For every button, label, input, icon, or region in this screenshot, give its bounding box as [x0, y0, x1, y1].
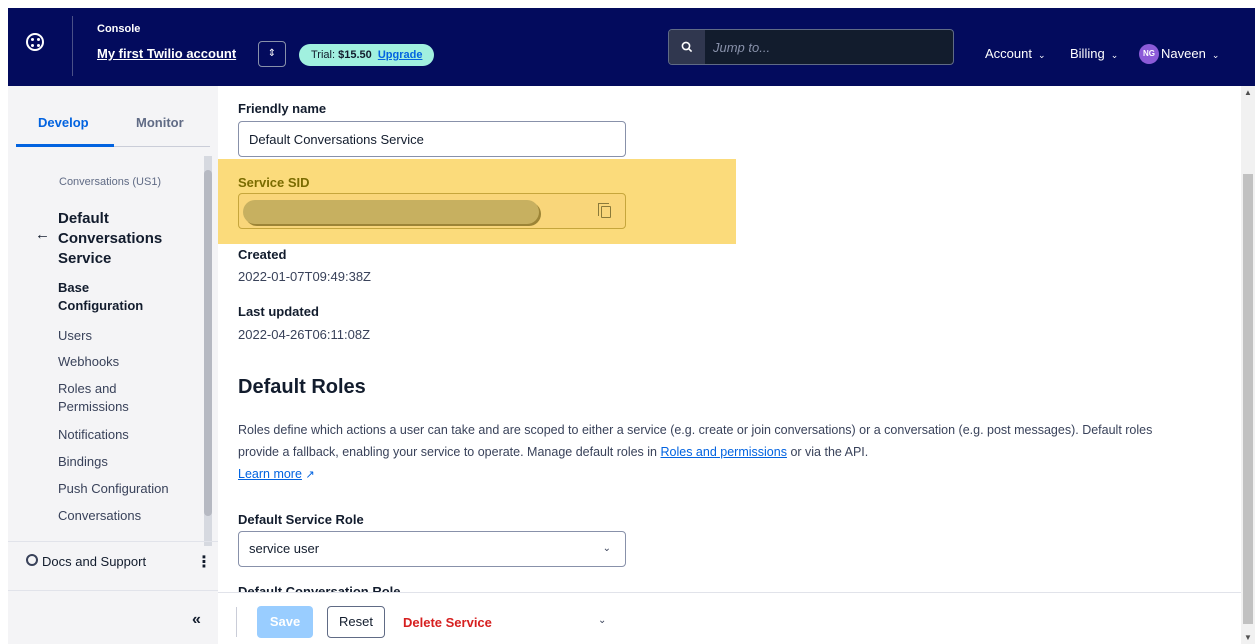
default-roles-heading: Default Roles	[238, 376, 366, 398]
top-bar-background: Console My first Twilio account ⇕ Trial:…	[8, 8, 1255, 86]
sidebar-collapse-row: «	[8, 590, 218, 644]
search-input[interactable]	[713, 30, 949, 64]
billing-menu-label: Billing	[1070, 46, 1105, 61]
chevron-down-icon: ⌄	[1110, 50, 1119, 60]
default-conversation-role-label: Default Conversation Role	[238, 584, 401, 592]
roles-and-permissions-link[interactable]: Roles and permissions	[661, 445, 787, 459]
created-value: 2022-01-07T09:49:38Z	[238, 269, 371, 284]
chevron-down-icon: ⌄	[1211, 50, 1220, 60]
service-title: Default Conversations Service	[58, 209, 162, 269]
default-service-role-label: Default Service Role	[238, 512, 364, 527]
twilio-logo-icon[interactable]	[26, 33, 44, 51]
learn-more-link[interactable]: Learn more	[238, 467, 302, 481]
copy-icon[interactable]	[598, 203, 611, 218]
lifebuoy-icon	[26, 554, 38, 566]
sidebar-item-roles-and-permissions[interactable]: Roles and Permissions	[58, 380, 148, 416]
tab-monitor[interactable]: Monitor	[136, 115, 184, 130]
roles-text: or via the API.	[790, 445, 869, 459]
scroll-down-icon[interactable]: ▼	[1244, 633, 1252, 642]
search-button[interactable]	[669, 30, 705, 64]
last-updated-label: Last updated	[238, 304, 319, 319]
breadcrumb[interactable]: Conversations (US1)	[59, 176, 161, 188]
user-name: Naveen	[1161, 46, 1206, 61]
trial-prefix: Trial:	[311, 49, 336, 61]
top-navigation-bar: Console My first Twilio account ⇕ Trial:…	[0, 0, 1255, 86]
sidebar-item-bindings[interactable]: Bindings	[58, 453, 108, 471]
account-switcher-button[interactable]: ⇕	[258, 41, 286, 67]
divider	[236, 607, 237, 637]
chevron-down-icon[interactable]: ⌄	[598, 615, 606, 626]
select-value: service user	[249, 541, 320, 556]
action-bar: Save Reset Delete Service ⌄	[218, 592, 1241, 644]
sidebar-item-base-configuration[interactable]: Base Configuration	[58, 279, 158, 315]
active-tab-indicator	[16, 144, 114, 147]
tab-develop[interactable]: Develop	[38, 115, 89, 130]
reset-button[interactable]: Reset	[327, 606, 385, 638]
chevron-down-icon: ⌄	[1037, 50, 1046, 60]
friendly-name-label: Friendly name	[238, 101, 327, 116]
search-icon	[681, 41, 693, 53]
default-service-role-select[interactable]: service user ⌄	[238, 531, 626, 567]
page-scrollbar[interactable]: ▲ ▼	[1241, 86, 1255, 644]
user-avatar[interactable]: NG	[1139, 44, 1159, 64]
save-button[interactable]: Save	[257, 606, 313, 638]
console-label: Console	[97, 23, 141, 35]
trial-balance-badge: Trial: $15.50 Upgrade	[299, 44, 435, 66]
delete-service-button[interactable]: Delete Service	[403, 615, 492, 630]
upgrade-link[interactable]: Upgrade	[378, 49, 423, 61]
sidebar-item-push-configuration[interactable]: Push Configuration	[58, 480, 169, 498]
docs-and-support-label: Docs and Support	[42, 554, 147, 569]
chevron-down-icon: ⌄	[602, 543, 611, 554]
service-title-line: Conversations	[58, 230, 163, 247]
external-link-icon: ↗	[305, 469, 315, 481]
friendly-name-input[interactable]	[238, 121, 626, 157]
sidebar-scrollbar-thumb[interactable]	[204, 170, 212, 516]
sidebar-item-notifications[interactable]: Notifications	[58, 426, 129, 444]
created-label: Created	[238, 247, 287, 262]
account-menu-label: Account	[985, 46, 1032, 61]
last-updated-value: 2022-04-26T06:11:08Z	[238, 327, 371, 342]
redacted-value	[243, 200, 539, 224]
user-menu[interactable]: Naveen ⌄	[1161, 46, 1219, 61]
collapse-sidebar-icon[interactable]: «	[192, 611, 201, 629]
page-scrollbar-thumb[interactable]	[1243, 174, 1253, 624]
account-menu[interactable]: Account ⌄	[985, 46, 1046, 61]
docs-and-support[interactable]: Docs and Support ⋮	[8, 541, 218, 581]
default-roles-description: Roles define which actions a user can ta…	[238, 419, 1168, 486]
sidebar-item-users[interactable]: Users	[58, 327, 92, 345]
chevron-up-down-icon: ⇕	[267, 48, 277, 59]
service-sid-label: Service SID	[238, 175, 310, 190]
trial-amount: $15.50	[338, 49, 372, 61]
back-arrow-icon[interactable]: ←	[35, 226, 50, 243]
sidebar-item-webhooks[interactable]: Webhooks	[58, 353, 119, 371]
scroll-up-icon[interactable]: ▲	[1244, 88, 1252, 97]
tab-divider	[114, 146, 210, 147]
main-content: Friendly name Service SID Created 2022-0…	[218, 86, 1241, 592]
more-options-icon[interactable]: ⋮	[196, 552, 212, 572]
jump-to-search[interactable]	[668, 29, 954, 65]
account-name-link[interactable]: My first Twilio account	[97, 46, 236, 61]
sidebar-item-conversations[interactable]: Conversations	[58, 507, 141, 525]
billing-menu[interactable]: Billing ⌄	[1070, 46, 1118, 61]
sidebar: Develop Monitor Conversations (US1) ← De…	[8, 86, 218, 644]
service-title-line: Service	[58, 250, 112, 267]
service-title-line: Default	[58, 210, 109, 227]
service-sid-field[interactable]	[238, 193, 626, 229]
sidebar-tabs: Develop Monitor	[8, 86, 218, 148]
divider	[72, 16, 73, 76]
